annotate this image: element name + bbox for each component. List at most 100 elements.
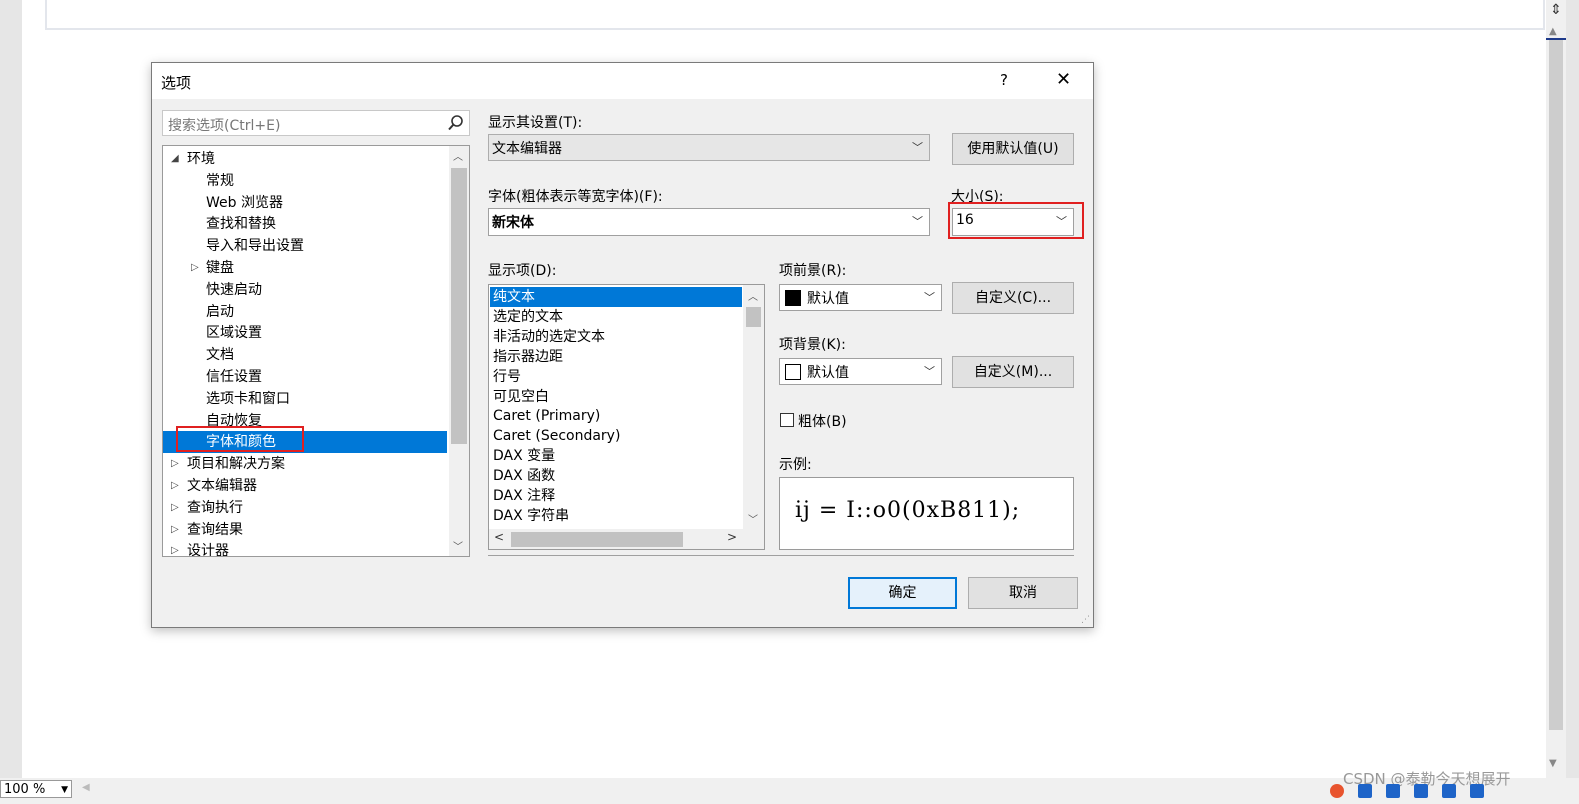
expand-icon[interactable]: ▷ bbox=[171, 497, 179, 519]
tree-item[interactable]: 信任设置 bbox=[163, 366, 447, 388]
collapse-icon[interactable]: ◢ bbox=[171, 148, 179, 170]
taskbar-icons bbox=[1330, 784, 1570, 804]
chevron-up-icon[interactable]: ︿ bbox=[748, 288, 758, 303]
list-vertical-scrollbar[interactable]: ︿ ﹀ bbox=[743, 285, 764, 529]
expand-icon[interactable]: ▷ bbox=[171, 453, 179, 475]
chevron-right-icon[interactable]: > bbox=[727, 530, 737, 544]
background-select[interactable]: 默认值 ﹀ bbox=[779, 358, 942, 385]
tree-item[interactable]: ◢ 环境 bbox=[163, 148, 447, 170]
divider bbox=[488, 555, 1074, 556]
csdn-logo-icon bbox=[1330, 784, 1344, 798]
scroll-down-icon[interactable]: ▼ bbox=[1549, 758, 1557, 769]
expand-icon[interactable]: ▷ bbox=[191, 257, 199, 279]
tree-item-label: 查询结果 bbox=[187, 521, 243, 538]
display-items-list[interactable]: DAX 字符串 DAX 注释 DAX 函数 DAX 变量 Caret (Secondar… bbox=[488, 284, 765, 550]
list-horizontal-scrollbar[interactable]: < > bbox=[489, 529, 764, 549]
background-value: 默认值 bbox=[807, 365, 849, 381]
search-icon[interactable] bbox=[447, 114, 465, 132]
display-list-item[interactable]: 选定的文本 bbox=[490, 307, 742, 327]
display-list-item[interactable]: Caret (Secondary) bbox=[490, 426, 742, 446]
tray-icon bbox=[1414, 784, 1428, 798]
display-list-item[interactable]: 指示器边距 bbox=[490, 347, 742, 367]
tree-item-label: 查询执行 bbox=[187, 499, 243, 516]
tree-item-label: 区域设置 bbox=[206, 325, 262, 342]
chevron-down-icon: ﹀ bbox=[912, 215, 923, 228]
zoom-value: 100 % bbox=[4, 782, 46, 797]
ok-button[interactable]: 确定 bbox=[848, 577, 957, 609]
chevron-left-icon[interactable]: < bbox=[494, 530, 504, 544]
scroll-thumb[interactable] bbox=[1549, 40, 1563, 730]
show-settings-select[interactable]: 文本编辑器 ﹀ bbox=[488, 134, 930, 161]
display-list-item[interactable]: 可见空白 bbox=[490, 387, 742, 407]
tree-scroll-thumb[interactable] bbox=[451, 168, 467, 444]
tree-item[interactable]: 选项卡和窗口 bbox=[163, 388, 447, 410]
cancel-button[interactable]: 取消 bbox=[968, 577, 1078, 609]
tree-item-label: 信任设置 bbox=[206, 369, 262, 385]
editor-vertical-scrollbar[interactable]: ⇕ ▲ ▼ bbox=[1546, 0, 1566, 778]
expand-icon[interactable]: ▷ bbox=[171, 540, 179, 556]
foreground-select[interactable]: 默认值 ﹀ bbox=[779, 284, 942, 311]
tree-scrollbar[interactable]: ︿ ﹀ bbox=[449, 146, 469, 556]
use-defaults-button[interactable]: 使用默认值(U) bbox=[952, 133, 1074, 165]
bold-checkbox[interactable] bbox=[780, 413, 794, 427]
background-label: 项背景(K): bbox=[779, 337, 846, 353]
tree-item[interactable]: 文档 bbox=[163, 344, 447, 366]
tree-item[interactable]: ▷ 文本编辑器 bbox=[163, 475, 447, 497]
tree-item[interactable]: Web 浏览器 bbox=[163, 192, 447, 214]
tree-item[interactable]: ▷ 键盘 bbox=[163, 257, 447, 279]
tree-item[interactable]: ▷ 项目和解决方案 bbox=[163, 453, 447, 475]
display-list-item[interactable]: 行号 bbox=[490, 367, 742, 387]
tree-item[interactable]: 查找和替换 bbox=[163, 213, 447, 235]
tree-item[interactable]: 常规 bbox=[163, 170, 447, 192]
tree-item-label: 环境 bbox=[187, 151, 215, 167]
display-list-item[interactable]: DAX 函数 bbox=[490, 466, 742, 486]
chevron-up-icon[interactable]: ︿ bbox=[453, 148, 463, 163]
tree-item[interactable]: ▷ 查询执行 bbox=[163, 497, 447, 519]
display-list-item[interactable]: DAX 变量 bbox=[490, 446, 742, 466]
expand-icon[interactable]: ▷ bbox=[171, 519, 179, 541]
custom-background-button[interactable]: 自定义(M)... bbox=[952, 356, 1074, 388]
bold-label: 粗体(B) bbox=[798, 414, 847, 430]
tree-item-label: 启动 bbox=[206, 303, 234, 320]
tree-item[interactable]: ▷ 设计器 bbox=[163, 540, 447, 556]
sample-text: ij = I::o0(0xB811); bbox=[795, 498, 1021, 523]
display-list-item[interactable]: DAX 注释 bbox=[490, 486, 742, 506]
tray-icon bbox=[1386, 784, 1400, 798]
list-scroll-thumb[interactable] bbox=[746, 307, 761, 327]
scroll-up-icon[interactable]: ▲ bbox=[1549, 26, 1557, 37]
highlight-box bbox=[176, 426, 304, 452]
tree-item-label: 常规 bbox=[206, 172, 234, 189]
search-input[interactable]: 搜索选项(Ctrl+E) bbox=[162, 110, 470, 136]
custom-foreground-button[interactable]: 自定义(C)... bbox=[952, 282, 1074, 314]
tree-item-label: 文档 bbox=[206, 347, 234, 364]
list-hscroll-thumb[interactable] bbox=[511, 532, 683, 547]
display-list-item[interactable]: DAX 字符串 bbox=[490, 506, 742, 526]
tree-item[interactable]: 快速启动 bbox=[163, 279, 447, 301]
font-select[interactable]: 新宋体 ﹀ bbox=[488, 208, 930, 236]
chevron-down-icon[interactable]: ﹀ bbox=[748, 511, 758, 526]
color-swatch bbox=[785, 290, 801, 306]
scroll-left-icon[interactable]: ◀ bbox=[82, 782, 90, 793]
resize-grip-icon[interactable]: ⋰ bbox=[1081, 615, 1090, 625]
foreground-value: 默认值 bbox=[807, 291, 849, 307]
display-list-item[interactable]: 纯文本 bbox=[490, 287, 742, 307]
editor-top-strip bbox=[45, 0, 1545, 30]
font-value: 新宋体 bbox=[492, 215, 534, 231]
tree-item[interactable]: 区域设置 bbox=[163, 322, 447, 344]
display-list-item[interactable]: 非活动的选定文本 bbox=[490, 327, 742, 347]
help-button[interactable]: ? bbox=[1000, 71, 1008, 89]
chevron-down-icon[interactable]: ﹀ bbox=[453, 538, 463, 553]
tree-item[interactable]: 启动 bbox=[163, 301, 447, 323]
tree-item-label: 键盘 bbox=[206, 260, 234, 276]
zoom-select[interactable]: 100 % ▼ bbox=[0, 780, 72, 798]
close-button[interactable]: ✕ bbox=[1056, 69, 1071, 90]
tree-item[interactable]: 导入和导出设置 bbox=[163, 235, 447, 257]
split-icon[interactable]: ⇕ bbox=[1548, 2, 1564, 18]
options-tree[interactable]: ▷ 设计器 ▷ 查询结果 ▷ 查询执行 ▷ 文本编辑器 ▷ 项目和解决方案 字体和颜色 自动恢复 选项卡… bbox=[162, 145, 470, 557]
display-list-item[interactable]: Caret (Primary) bbox=[490, 406, 742, 426]
tree-item[interactable]: ▷ 查询结果 bbox=[163, 519, 447, 541]
expand-icon[interactable]: ▷ bbox=[171, 475, 179, 497]
tree-item-label: Web 浏览器 bbox=[206, 194, 283, 211]
chevron-down-icon: ﹀ bbox=[924, 291, 935, 304]
tray-icon bbox=[1470, 784, 1484, 798]
